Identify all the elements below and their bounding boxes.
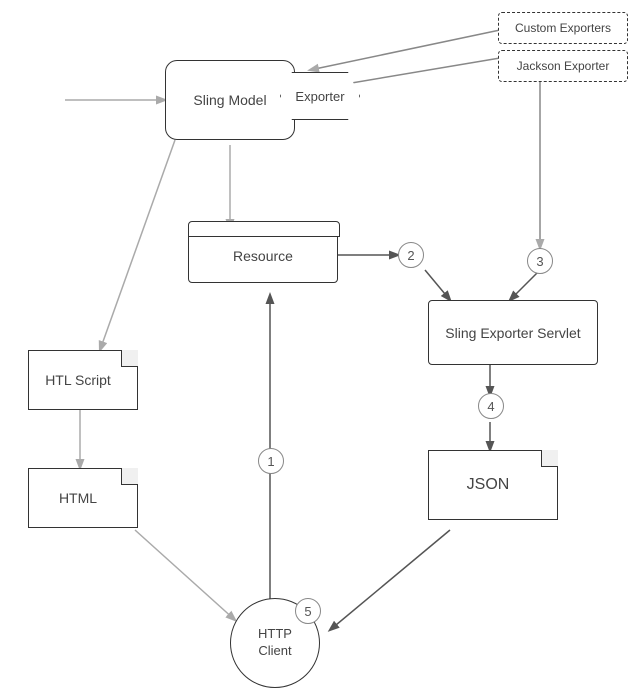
badge-4: 4 <box>478 393 504 419</box>
resource-node: Resource <box>188 228 338 283</box>
custom-exporters-label: Custom Exporters <box>515 21 611 35</box>
custom-exporters-node: Custom Exporters <box>498 12 628 44</box>
sling-exporter-servlet-node: Sling Exporter Servlet <box>428 300 598 365</box>
json-node: JSON <box>428 450 558 520</box>
diagram: Sling Model Exporter Custom Exporters Ja… <box>0 0 643 698</box>
jackson-exporter-node: Jackson Exporter <box>498 50 628 82</box>
resource-label: Resource <box>233 248 293 264</box>
badge-1: 1 <box>258 448 284 474</box>
html-label: HTML <box>59 490 97 506</box>
exporter-node: Exporter <box>280 72 360 120</box>
http-client-label: HTTP Client <box>258 626 292 660</box>
htl-script-label: HTL Script <box>45 372 111 388</box>
htl-script-node: HTL Script <box>28 350 138 410</box>
exporter-label: Exporter <box>295 89 344 104</box>
jackson-exporter-label: Jackson Exporter <box>517 59 610 73</box>
badge-2: 2 <box>398 242 424 268</box>
json-label: JSON <box>467 476 510 494</box>
badge-5: 5 <box>295 598 321 624</box>
badge-3: 3 <box>527 248 553 274</box>
sling-model-label: Sling Model <box>193 92 266 108</box>
html-node: HTML <box>28 468 138 528</box>
sling-model-node: Sling Model <box>165 60 295 140</box>
sling-exporter-servlet-label: Sling Exporter Servlet <box>445 325 580 341</box>
